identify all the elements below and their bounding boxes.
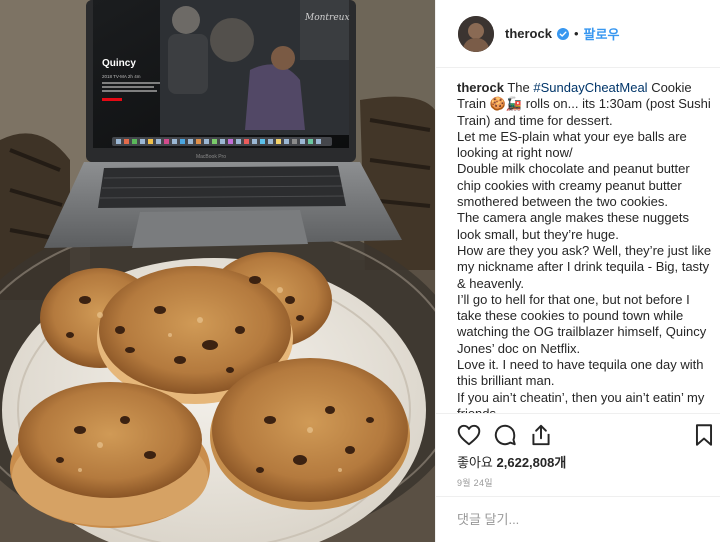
caption-first-line: therock The #SundayCheatMeal Cookie Trai… <box>457 80 715 129</box>
hashtag-link[interactable]: #SundayCheatMeal <box>533 80 647 95</box>
likes-label: 좋아요 <box>457 455 493 470</box>
header-separator: • <box>573 26 579 41</box>
caption-line: How are they you ask? Well, they’re just… <box>457 242 712 291</box>
caption-line: Double milk chocolate and peanut butter … <box>457 161 690 210</box>
caption-text: The <box>507 80 534 95</box>
laptop-brand: MacBook Pro <box>196 154 226 160</box>
svg-text:Montreux: Montreux <box>304 13 350 23</box>
caption-line: I’ll go to hell for that one, but not be… <box>457 291 707 356</box>
comment-icon[interactable] <box>492 422 518 448</box>
bookmark-icon[interactable] <box>691 422 717 448</box>
caption-line: If you ain’t cheatin’, then you ain’t ea… <box>457 389 705 413</box>
caption-username[interactable]: therock <box>457 80 504 95</box>
cookies-laptop-image: Montreux Quincy 2018 TV-MA 2h 4m MacBook… <box>0 0 435 542</box>
instagram-post: Montreux Quincy 2018 TV-MA 2h 4m MacBook… <box>0 0 720 542</box>
screen-meta: 2018 TV-MA 2h 4m <box>102 74 141 79</box>
comment-bar <box>436 496 720 542</box>
caption-line: Let me ES-plain what your eye balls are … <box>457 128 687 161</box>
screen-title: Quincy <box>102 58 136 69</box>
action-bar <box>436 413 720 451</box>
post-header: therock • 팔로우 <box>436 0 720 68</box>
avatar-image <box>458 15 494 52</box>
follow-button[interactable]: 팔로우 <box>584 24 620 43</box>
avatar[interactable] <box>458 15 494 52</box>
caption-line: Love it. I need to have tequila one day … <box>457 357 704 389</box>
header-username[interactable]: therock <box>505 26 552 41</box>
post-date[interactable]: 9월 24일 <box>457 476 493 489</box>
likes-count[interactable]: 좋아요 2,622,808개 <box>457 452 566 471</box>
caption-line: The camera angle makes these nuggets loo… <box>457 210 689 242</box>
verified-badge-icon <box>556 27 569 40</box>
comment-input[interactable] <box>457 512 667 527</box>
heart-icon[interactable] <box>456 422 482 448</box>
post-photo[interactable]: Montreux Quincy 2018 TV-MA 2h 4m MacBook… <box>0 0 435 542</box>
emoji-cookie-train: 🍪🚂 <box>489 96 523 112</box>
post-side-panel: therock • 팔로우 therock The #SundayCheatMe… <box>435 0 720 542</box>
share-icon[interactable] <box>528 422 554 448</box>
post-caption: therock The #SundayCheatMeal Cookie Trai… <box>457 80 715 413</box>
likes-number: 2,622,808개 <box>496 455 567 470</box>
